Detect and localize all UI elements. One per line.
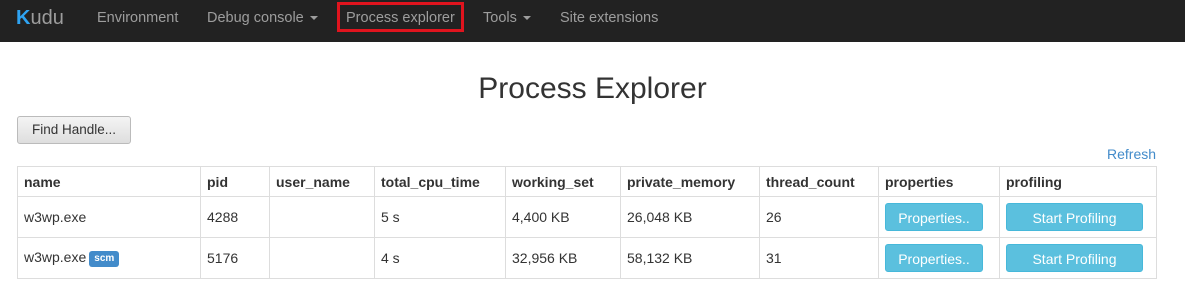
private-memory-cell: 58,132 KB [620, 237, 760, 279]
top-navbar: Kudu Environment Debug console Process e… [0, 0, 1185, 42]
logo-text: udu [30, 7, 64, 29]
private-memory-cell: 26,048 KB [620, 196, 760, 238]
table-row: w3wp.exe 4288 5 s 4,400 KB 26,048 KB 26 … [17, 196, 1157, 238]
process-table: name pid user_name total_cpu_time workin… [17, 166, 1157, 279]
column-header-name: name [17, 166, 201, 197]
column-header-private-memory: private_memory [620, 166, 760, 197]
column-header-pid: pid [200, 166, 270, 197]
process-name-cell: w3wp.exe scm [17, 237, 201, 279]
page-title: Process Explorer [478, 72, 707, 105]
nav-debug-console-label: Debug console [207, 10, 304, 26]
thread-count-cell: 26 [759, 196, 879, 238]
highlight-box [337, 2, 464, 32]
column-header-working-set: working_set [505, 166, 621, 197]
thread-count-cell: 31 [759, 237, 879, 279]
process-name: w3wp.exe [24, 249, 87, 266]
kudu-logo[interactable]: Kudu [16, 5, 64, 31]
start-profiling-button[interactable]: Start Profiling [1006, 203, 1143, 231]
properties-cell: Properties.. [878, 237, 1000, 279]
scm-badge: scm [89, 250, 120, 267]
column-header-total-cpu-time: total_cpu_time [374, 166, 506, 197]
refresh-link[interactable]: Refresh [1107, 146, 1156, 162]
table-header-row: name pid user_name total_cpu_time workin… [17, 166, 1157, 197]
cpu-time-cell: 4 s [374, 237, 506, 279]
working-set-cell: 32,956 KB [505, 237, 621, 279]
column-header-user-name: user_name [269, 166, 375, 197]
caret-down-icon [522, 16, 531, 21]
pid-cell: 4288 [200, 196, 270, 238]
nav-site-extensions-label: Site extensions [560, 10, 659, 26]
column-header-thread-count: thread_count [759, 166, 879, 197]
nav-tools-label: Tools [483, 10, 517, 26]
properties-button[interactable]: Properties.. [885, 203, 983, 231]
user-name-cell [269, 196, 375, 238]
properties-cell: Properties.. [878, 196, 1000, 238]
cpu-time-cell: 5 s [374, 196, 506, 238]
column-header-profiling: profiling [999, 166, 1157, 197]
nav-site-extensions[interactable]: Site extensions [560, 0, 658, 36]
nav-debug-console[interactable]: Debug console [207, 0, 318, 36]
pid-cell: 5176 [200, 237, 270, 279]
nav-environment-label: Environment [97, 10, 179, 26]
profiling-cell: Start Profiling [999, 196, 1157, 238]
nav-tools[interactable]: Tools [483, 0, 531, 36]
caret-down-icon [309, 16, 318, 21]
user-name-cell [269, 237, 375, 279]
column-header-properties: properties [878, 166, 1000, 197]
working-set-cell: 4,400 KB [505, 196, 621, 238]
start-profiling-button[interactable]: Start Profiling [1006, 244, 1143, 272]
table-row: w3wp.exe scm 5176 4 s 32,956 KB 58,132 KB… [17, 237, 1157, 279]
properties-button[interactable]: Properties.. [885, 244, 983, 272]
process-name: w3wp.exe [24, 209, 87, 225]
nav-environment[interactable]: Environment [97, 0, 178, 36]
process-name-cell: w3wp.exe [17, 196, 201, 238]
profiling-cell: Start Profiling [999, 237, 1157, 279]
logo-letter: K [16, 7, 31, 29]
find-handle-button[interactable]: Find Handle... [17, 116, 131, 144]
